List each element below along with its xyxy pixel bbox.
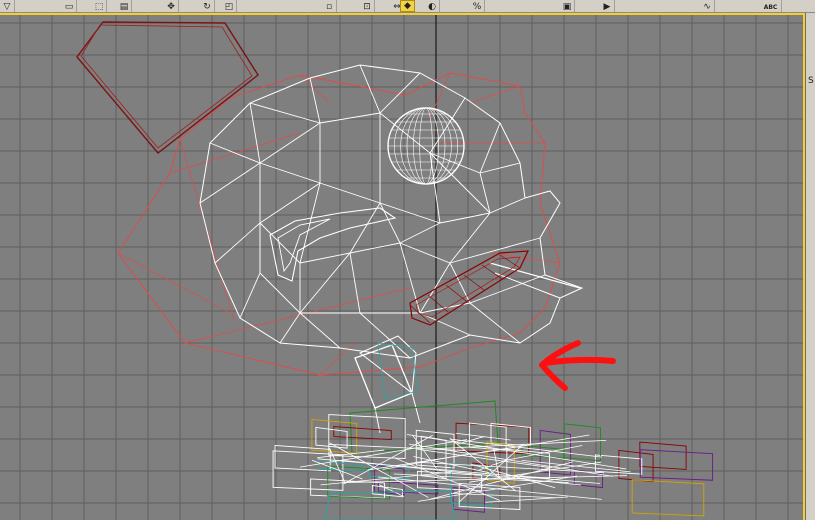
select-object-button[interactable]: ▭ [62,0,77,12]
skull-edge [359,64,381,114]
body-part-box [618,449,654,482]
mouth-capsule-rib [481,264,503,280]
select-by-name-button[interactable]: ▤ [117,0,132,12]
command-panel-label: S [808,76,814,86]
percent-snap-button[interactable]: % [470,0,485,12]
jaw-edge [489,262,581,289]
viewport-grid [0,13,805,520]
skull-edge [349,202,381,254]
render-button[interactable]: ▣ [560,0,575,12]
skull-edge [259,162,321,184]
body-part-box [639,441,687,470]
snap-toggle-button[interactable]: ◆ [400,0,415,12]
select-region-button[interactable]: ⬚ [92,0,107,12]
skull-edge [249,102,261,164]
body-part-box [274,444,331,472]
skull-edge [449,262,471,304]
arrow-shaft [542,356,616,366]
wireframe-scene [0,13,805,520]
skull-edge [319,112,381,124]
main-toolbar: ▽ ▭ ⬚ ▤ ✥ ↻ ◰ ▫ ⊡ ⇔ ◆ ◐% ▣ ▶ ∿ ABC [0,0,815,13]
skull-edge [449,212,491,264]
skull-edge [399,222,441,244]
select-filter-button[interactable]: ▽ [0,0,15,12]
perspective-viewport[interactable] [0,13,805,520]
skull-edge [419,262,451,314]
reference-coord-button[interactable]: ▫ [322,0,337,12]
skull-edge [479,172,491,214]
body-part-box [631,479,705,517]
skull-edge [349,242,401,254]
skull-edge [349,252,361,314]
skull-edge [209,142,261,164]
red-outline-edge [184,287,411,344]
red-arrow-annotation [539,340,616,391]
pivot-button[interactable]: ⊡ [360,0,375,12]
skull-edge [214,222,261,264]
mouth-capsule-rib [409,304,431,324]
skull-edge [259,182,321,224]
eye-socket-inner [277,218,331,273]
body-part-box [333,426,392,441]
red-outline-edge [469,85,521,104]
skull-edge [489,197,526,214]
red-outline-edge [117,252,231,314]
command-panel[interactable]: S [805,13,815,520]
body-wireframe-cluster [272,400,714,520]
skull-edge [399,242,451,264]
skull-edge [469,302,521,344]
neck-wireframe [354,335,421,434]
skull-edge [379,72,421,114]
spelling-button[interactable]: ABC [760,0,782,12]
mouth-capsule-rib [463,274,485,291]
select-move-button[interactable]: ✥ [164,0,179,12]
curve-editor-button[interactable]: ∿ [700,0,715,12]
mouth-capsule-rib [445,284,467,302]
body-wire-edge [344,475,627,484]
skull-edge [249,102,321,124]
skull-edge [319,182,381,204]
body-wire-edge [382,454,465,470]
body-wire-edge [409,443,613,477]
select-rotate-button[interactable]: ↻ [200,0,215,12]
angle-snap-button[interactable]: ◐ [425,0,440,12]
quick-render-button[interactable]: ▶ [600,0,615,12]
skull-edge [309,77,321,124]
skull-edge [449,237,541,264]
select-scale-button[interactable]: ◰ [222,0,237,12]
eye-socket-outer [269,207,397,282]
skull-edge [359,312,411,359]
skull-edge [479,122,501,174]
skull-edge [259,122,321,164]
